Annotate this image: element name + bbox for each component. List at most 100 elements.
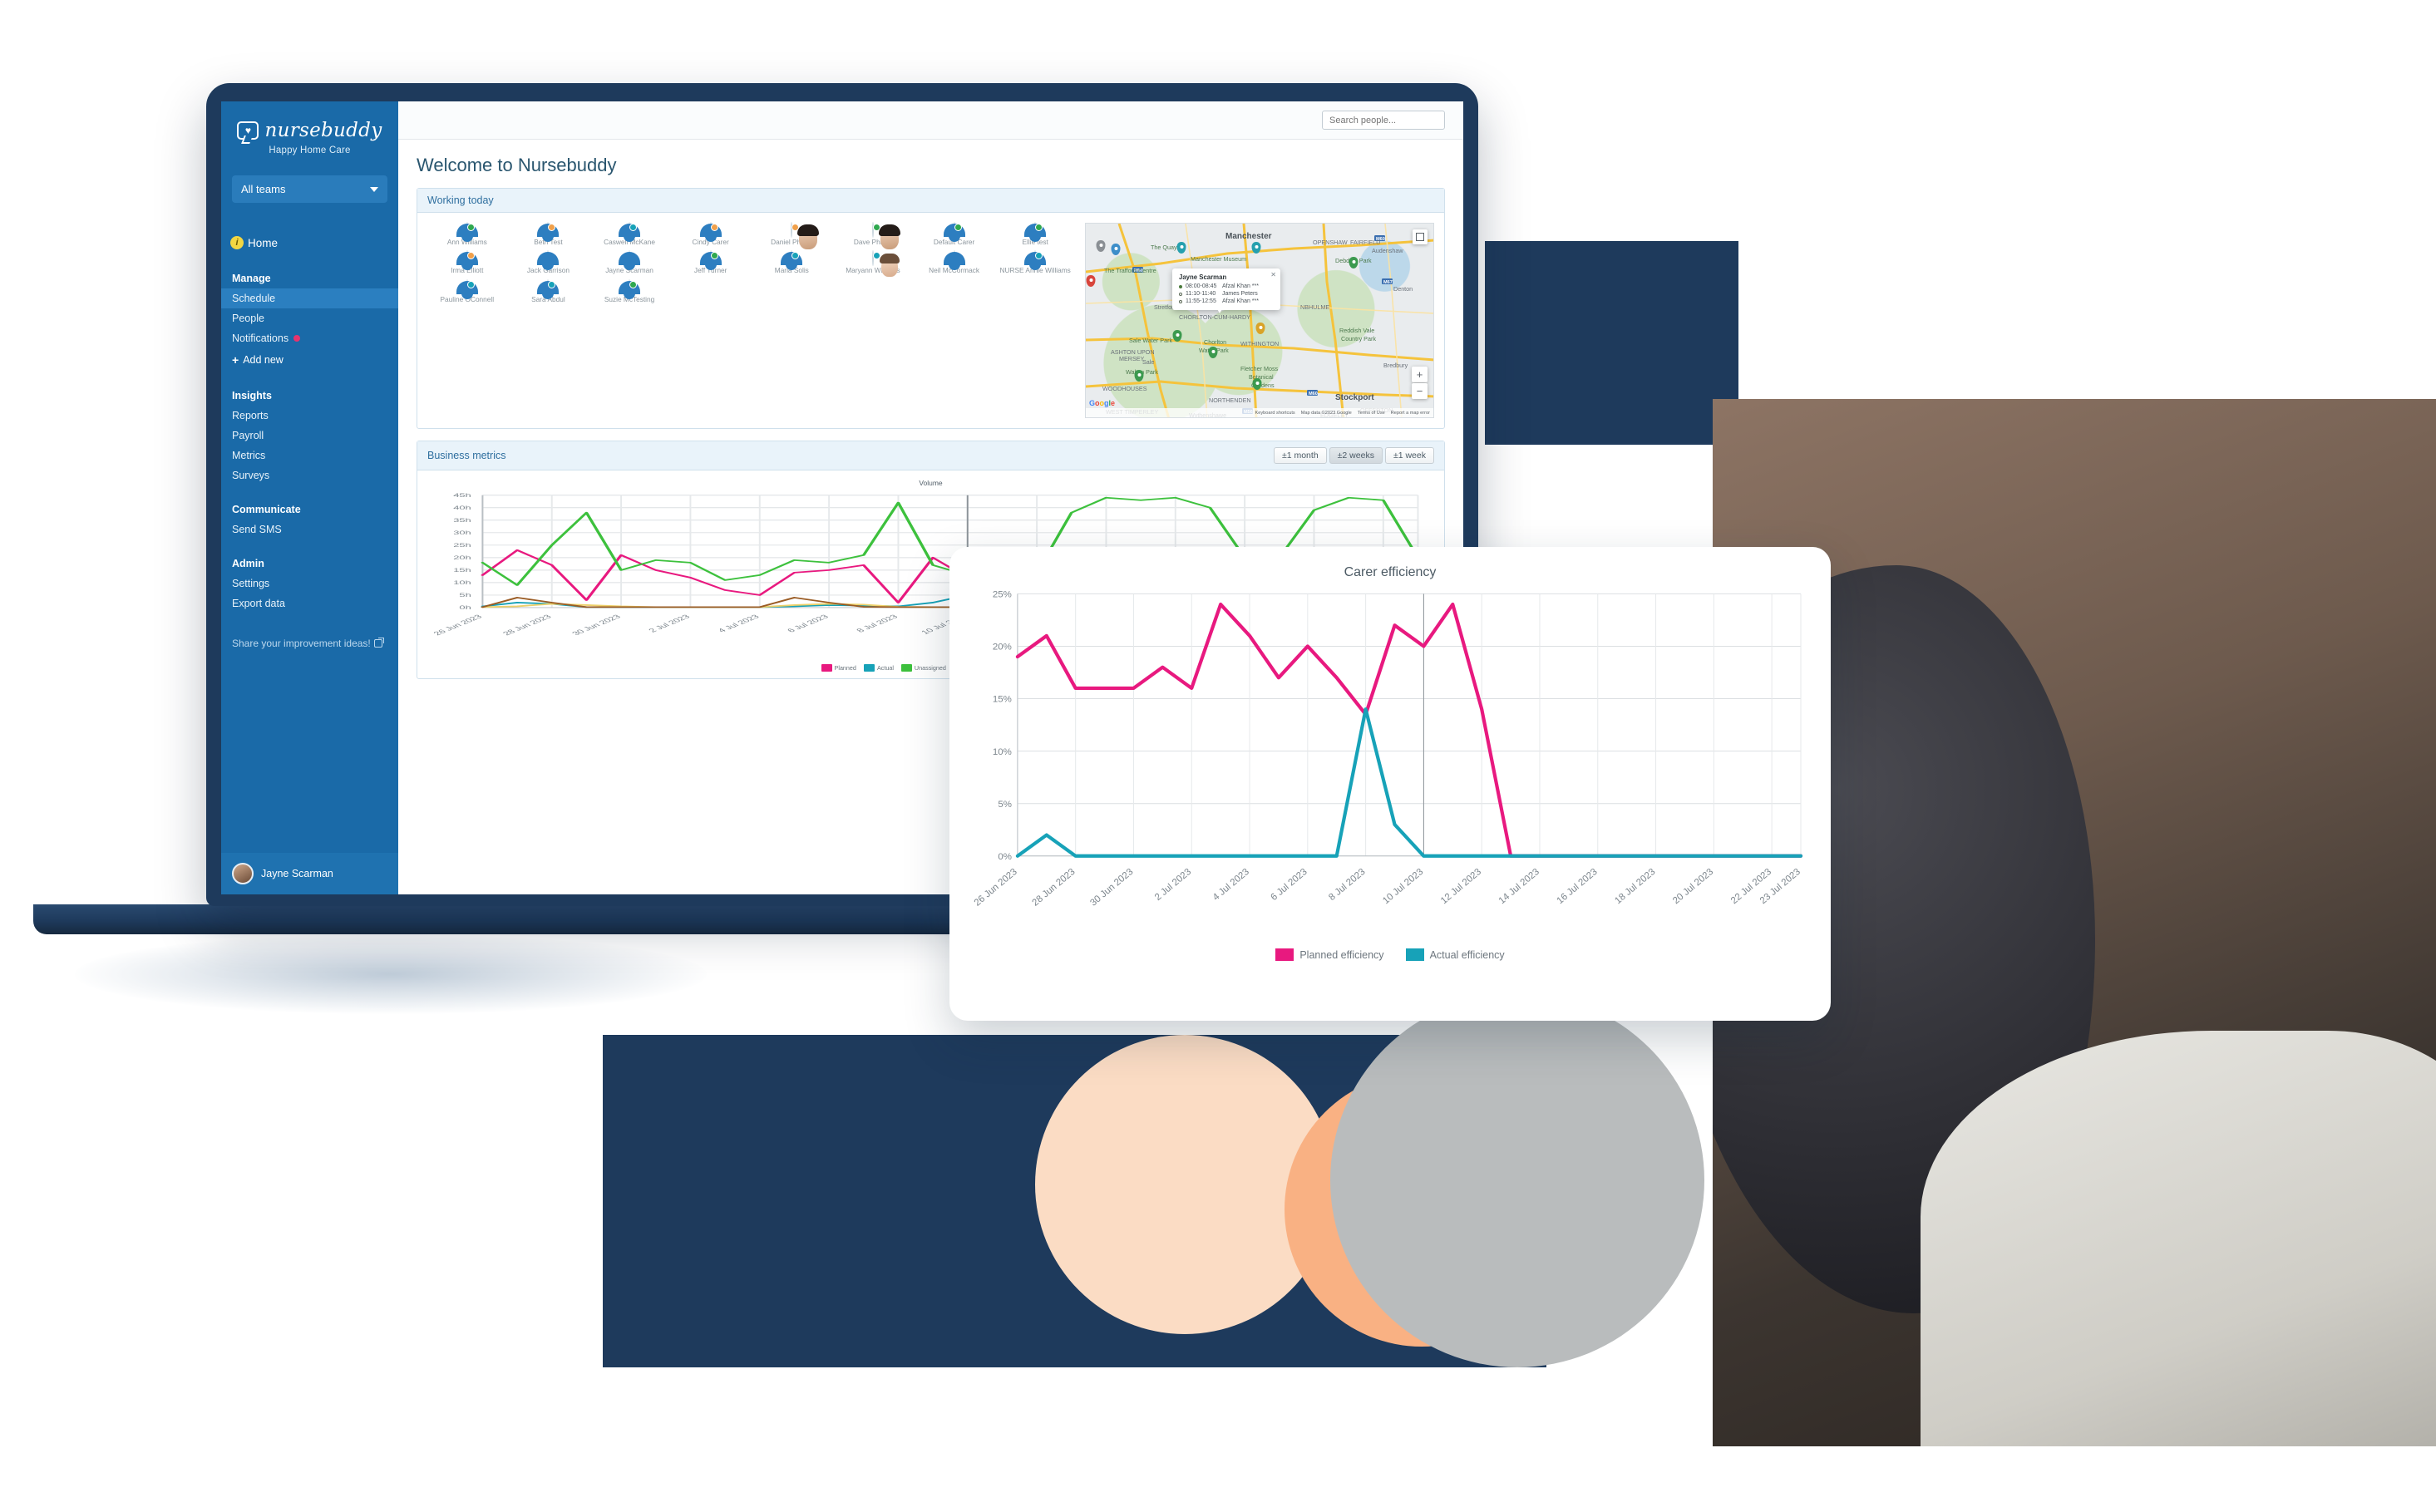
range-button-2-weeks[interactable]: ±2 weeks: [1329, 447, 1383, 464]
share-improvement-ideas-label: Share your improvement ideas!: [232, 638, 371, 649]
avatar: [943, 250, 965, 271]
svg-text:16 Jul 2023: 16 Jul 2023: [1556, 867, 1600, 906]
legend-item[interactable]: Unassigned: [900, 664, 946, 672]
map-label: Manchester Museum: [1191, 255, 1247, 263]
visit-client: Afzal Khan ***: [1222, 283, 1259, 289]
svg-text:10%: 10%: [993, 747, 1012, 757]
carer-tile[interactable]: Maria Solis: [752, 250, 832, 274]
svg-text:28 Jun 2023: 28 Jun 2023: [1031, 867, 1077, 909]
legend-label: Planned: [834, 664, 856, 672]
brand-logo[interactable]: ♥ nursebuddy Happy Home Care: [221, 101, 398, 160]
legend-item[interactable]: Actual efficiency: [1405, 948, 1505, 961]
carer-avatar-wrap: [943, 250, 965, 271]
map-zoom-out-button[interactable]: −: [1412, 383, 1428, 399]
range-button-1-week[interactable]: ±1 week: [1384, 447, 1434, 464]
sidebar-item-export-data[interactable]: Export data: [221, 593, 398, 613]
laptop-shadow: [75, 934, 707, 1014]
carer-efficiency-legend: Planned efficiency Actual efficiency: [971, 948, 1809, 961]
sidebar-item-home-label: Home: [248, 236, 279, 249]
sidebar-item-payroll[interactable]: Payroll: [221, 426, 398, 446]
carer-tile[interactable]: Cindy Carer: [671, 222, 751, 246]
current-user[interactable]: Jayne Scarman: [221, 853, 398, 894]
external-link-icon: [373, 638, 384, 648]
visit-status-icon: [1179, 292, 1182, 296]
page-title: Welcome to Nursebuddy: [417, 155, 617, 175]
sidebar-item-people[interactable]: People: [221, 308, 398, 328]
map-label: Denton: [1393, 285, 1413, 293]
sidebar-item-notifications[interactable]: Notifications: [221, 328, 398, 348]
svg-text:30 Jun 2023: 30 Jun 2023: [1088, 867, 1135, 909]
sidebar-item-metrics[interactable]: Metrics: [221, 446, 398, 465]
brand-tagline: Happy Home Care: [269, 145, 351, 155]
range-button-1-month[interactable]: ±1 month: [1273, 447, 1327, 464]
volume-chart-title: Volume: [919, 479, 943, 487]
carer-tile[interactable]: Default Carer: [915, 222, 994, 246]
sidebar-item-send-sms[interactable]: Send SMS: [221, 520, 398, 539]
svg-text:6 Jul 2023: 6 Jul 2023: [786, 613, 831, 633]
legend-item[interactable]: Planned efficiency: [1275, 948, 1384, 961]
map-zoom-in-button[interactable]: +: [1412, 367, 1428, 382]
carer-tile[interactable]: Jayne Scarman: [589, 250, 669, 274]
google-logo: Google: [1089, 399, 1116, 407]
carer-tile[interactable]: Caswell McKane: [589, 222, 669, 246]
carer-tile[interactable]: Beth Test: [509, 222, 589, 246]
map-attribution-item[interactable]: Report a map error: [1391, 411, 1430, 416]
map-label: WITHINGTON: [1240, 340, 1280, 347]
carer-tile[interactable]: Pauline OConnell: [427, 278, 507, 303]
sidebar-item-schedule[interactable]: Schedule: [221, 288, 398, 308]
legend-swatch: [863, 664, 875, 672]
background-rectangle-top: [1485, 241, 1738, 445]
legend-item[interactable]: Planned: [821, 664, 856, 672]
carer-tile[interactable]: Ellie test: [995, 222, 1075, 246]
carer-efficiency-chart[interactable]: 0% 5% 10% 15% 20% 25% 26 Jun 2023 28 Jun 2023 30…: [971, 585, 1809, 947]
carer-tile[interactable]: Jeff Turner: [671, 250, 751, 274]
carer-tile[interactable]: Maryann Williams: [833, 250, 913, 274]
carer-tile[interactable]: NURSE Annie Williams: [995, 250, 1075, 274]
map-label: Country Park: [1341, 335, 1376, 342]
map-attribution-item[interactable]: Terms of Use: [1358, 411, 1385, 416]
carer-tile[interactable]: Suzie McTesting: [589, 278, 669, 303]
svg-text:20%: 20%: [993, 643, 1012, 653]
sidebar-item-settings[interactable]: Settings: [221, 574, 398, 593]
map-fullscreen-button[interactable]: [1413, 229, 1428, 244]
map-label: Manchester: [1225, 232, 1272, 241]
svg-text:12 Jul 2023: 12 Jul 2023: [1439, 867, 1483, 906]
sidebar-item-surveys[interactable]: Surveys: [221, 465, 398, 485]
carer-avatar-wrap: [699, 250, 722, 271]
carer-avatar-wrap: [619, 250, 641, 271]
carer-tile[interactable]: Irma Elliott: [427, 250, 507, 274]
carer-avatar-wrap: [537, 222, 560, 242]
legend-label: Unassigned: [914, 664, 946, 672]
close-icon[interactable]: ✕: [1270, 271, 1276, 278]
legend-item[interactable]: Actual: [863, 664, 894, 672]
map-tooltip-visit-row: 11:55-12:55 Afzal Khan ***: [1179, 298, 1274, 304]
carer-avatar-wrap: [537, 250, 560, 271]
search-input[interactable]: [1322, 111, 1445, 130]
carer-tile[interactable]: Jack Garrison: [509, 250, 589, 274]
svg-text:28 Jun 2023: 28 Jun 2023: [501, 613, 555, 637]
add-new-button[interactable]: + Add new: [221, 348, 398, 372]
map-attribution-item[interactable]: Keyboard shortcuts: [1255, 411, 1295, 416]
carer-tile[interactable]: Neil McCormack: [915, 250, 994, 274]
business-metrics-panel-header: Business metrics ±1 month ±2 weeks ±1 we…: [417, 441, 1444, 470]
carer-tile[interactable]: Dave Philips: [833, 222, 913, 246]
share-improvement-ideas-link[interactable]: Share your improvement ideas!: [221, 637, 398, 651]
sidebar-item-home[interactable]: i Home: [221, 231, 398, 254]
nav-group-title-manage: Manage: [232, 273, 271, 284]
map-label: NBHULME: [1300, 303, 1330, 311]
map-label: NORTHENDEN: [1209, 396, 1251, 404]
carer-tile[interactable]: Daniel Philips: [752, 222, 832, 246]
carer-location-map[interactable]: M60 M60 M67 M60 M56 ManchesterThe QuaysM…: [1085, 223, 1434, 418]
svg-text:0h: 0h: [459, 605, 471, 611]
svg-text:30h: 30h: [453, 530, 471, 536]
carer-tile[interactable]: Sara Abdul: [509, 278, 589, 303]
carer-avatar-wrap: [871, 222, 880, 238]
date-range-buttons: ±1 month ±2 weeks ±1 week: [1273, 447, 1434, 464]
map-label: Sale Water Park: [1129, 337, 1173, 344]
team-filter-select[interactable]: All teams: [232, 175, 387, 203]
carer-tile[interactable]: Ann Williams: [427, 222, 507, 246]
business-metrics-title: Business metrics: [427, 450, 506, 461]
legend-swatch: [821, 664, 832, 672]
sidebar-item-reports[interactable]: Reports: [221, 406, 398, 426]
map-attribution-item[interactable]: Map data ©2023 Google: [1301, 411, 1352, 416]
